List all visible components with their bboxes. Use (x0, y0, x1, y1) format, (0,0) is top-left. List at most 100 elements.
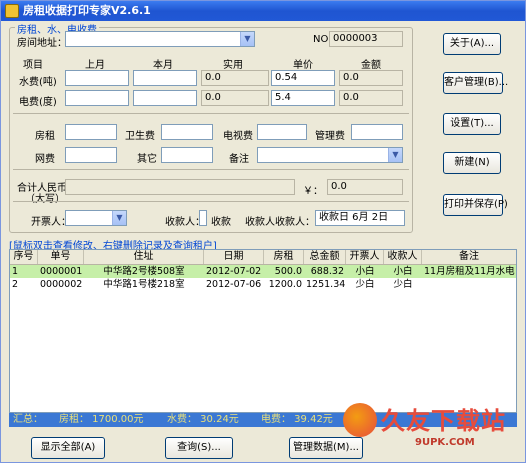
logo-icon (343, 403, 377, 437)
summary-water: 水费： 30.24元 (167, 414, 239, 425)
col-header[interactable]: 收款人 (384, 250, 422, 264)
cell: 1 (12, 266, 19, 277)
tv-input[interactable] (257, 124, 307, 140)
title-bar: 房租收据打印专家V2.6.1 (1, 1, 525, 21)
power-actual: 0.0 (201, 90, 269, 106)
cell: 1251.34 (306, 279, 346, 290)
print-save-button[interactable]: 打印并保存(P) (443, 194, 508, 216)
header-this-month: 本月 (153, 60, 173, 71)
chevron-down-icon[interactable]: ▼ (240, 32, 254, 46)
receiver-label-3: 收款人： (275, 217, 315, 228)
cell: 小白 (393, 266, 413, 277)
cell: 2012-07-02 (206, 266, 262, 277)
power-label: 电费(度) (19, 97, 57, 108)
currency-label: ￥： (303, 186, 323, 197)
internet-label: 网费 (35, 154, 55, 165)
cell: 0000002 (40, 279, 83, 290)
sanitation-input[interactable] (161, 124, 213, 140)
receipt-number: 0000003 (329, 31, 403, 47)
cell: 688.32 (310, 266, 344, 277)
chevron-down-icon[interactable]: ▼ (112, 211, 126, 225)
header-actual: 实用 (223, 60, 243, 71)
app-icon (5, 4, 19, 18)
number-label: NO (313, 34, 329, 45)
header-unit-price: 单价 (293, 60, 313, 71)
power-amount: 0.0 (339, 90, 403, 106)
summary-power: 电费： 39.42元 (261, 414, 333, 425)
watermark-url: 9UPK.COM (415, 437, 475, 448)
col-header[interactable]: 房租 (264, 250, 304, 264)
rent-input[interactable] (65, 124, 117, 140)
water-current-input[interactable] (133, 70, 197, 86)
tv-label: 电视费 (223, 131, 253, 142)
note-label: 备注 (229, 154, 249, 165)
management-input[interactable] (351, 124, 403, 140)
receiver-label-2: 收款人 (245, 217, 275, 228)
total-label-caps: （大写） (25, 194, 65, 205)
address-combobox[interactable]: ▼ (65, 31, 255, 47)
divider (13, 201, 409, 202)
cell (422, 278, 516, 291)
col-header[interactable]: 日期 (204, 250, 264, 264)
query-button[interactable]: 查询(S)... (165, 437, 233, 459)
cell: 中华路2号楼508室 (103, 266, 185, 277)
cell: 小白 (355, 266, 375, 277)
receiver-value: 收款 (211, 217, 231, 228)
note-combobox[interactable]: ▼ (257, 147, 403, 163)
cell: 11月房租及11月水电 (424, 266, 515, 277)
cell: 0000001 (40, 266, 83, 277)
sanitation-label: 卫生费 (125, 131, 155, 142)
records-table[interactable]: 序号 单号 住址 日期 房租 总金额 开票人 收款人 备注 1 0000001 … (9, 249, 517, 413)
summary-rent: 房租： 1700.00元 (59, 414, 144, 425)
total-in-words (65, 179, 295, 195)
watermark-logo: 久友下载站 9UPK.COM (341, 399, 517, 457)
cell: 1200.0 (268, 279, 302, 290)
cell: 中华路1号楼218室 (103, 279, 185, 290)
customer-management-button[interactable]: 客户管理(B)... (443, 72, 508, 94)
divider (13, 113, 409, 114)
table-row[interactable]: 1 0000001 中华路2号楼508室 2012-07-02 500.0 68… (10, 265, 516, 278)
receive-date-picker[interactable]: 收款日 6月 2日 (315, 210, 405, 226)
new-button[interactable]: 新建(N) (443, 152, 501, 174)
water-amount: 0.0 (339, 70, 403, 86)
water-actual: 0.0 (201, 70, 269, 86)
cell: 500.0 (274, 266, 302, 277)
window-title: 房租收据打印专家V2.6.1 (23, 4, 151, 17)
water-last-input[interactable] (65, 70, 129, 86)
water-price-input[interactable]: 0.54 (271, 70, 335, 86)
power-price-input[interactable]: 5.4 (271, 90, 335, 106)
rent-label: 房租 (35, 131, 55, 142)
divider (13, 169, 409, 170)
about-button[interactable]: 关于(A)... (443, 33, 501, 55)
power-current-input[interactable] (133, 90, 197, 106)
watermark-text: 久友下载站 (381, 407, 506, 435)
col-header[interactable]: 住址 (84, 250, 204, 264)
col-header[interactable]: 单号 (38, 250, 84, 264)
table-header: 序号 单号 住址 日期 房租 总金额 开票人 收款人 备注 (10, 250, 516, 265)
address-label: 房间地址： (17, 38, 67, 49)
settings-button[interactable]: 设置(T)... (443, 113, 501, 135)
app-window: 房租收据打印专家V2.6.1 房租、水、电收费 房间地址： ▼ NO 00000… (0, 0, 526, 463)
receiver-input[interactable] (199, 210, 207, 226)
other-label: 其它 (137, 154, 157, 165)
water-label: 水费(吨) (19, 77, 57, 88)
cell: 2 (12, 279, 19, 290)
management-label: 管理费 (315, 131, 345, 142)
issuer-combobox[interactable]: ▼ (65, 210, 127, 226)
internet-input[interactable] (65, 147, 117, 163)
total-value: 0.0 (327, 179, 403, 195)
header-last-month: 上月 (85, 60, 105, 71)
summary-label: 汇总： (13, 414, 43, 425)
power-last-input[interactable] (65, 90, 129, 106)
table-row[interactable]: 2 0000002 中华路1号楼218室 2012-07-06 1200.0 1… (10, 278, 516, 291)
other-input[interactable] (161, 147, 213, 163)
col-header[interactable]: 备注 (422, 250, 516, 264)
col-header[interactable]: 序号 (10, 250, 38, 264)
cell: 少白 (355, 279, 375, 290)
show-all-button[interactable]: 显示全部(A) (31, 437, 105, 459)
chevron-down-icon[interactable]: ▼ (388, 148, 402, 162)
col-header[interactable]: 开票人 (346, 250, 384, 264)
header-amount: 金额 (361, 60, 381, 71)
col-header[interactable]: 总金额 (304, 250, 346, 264)
cell: 2012-07-06 (206, 279, 262, 290)
